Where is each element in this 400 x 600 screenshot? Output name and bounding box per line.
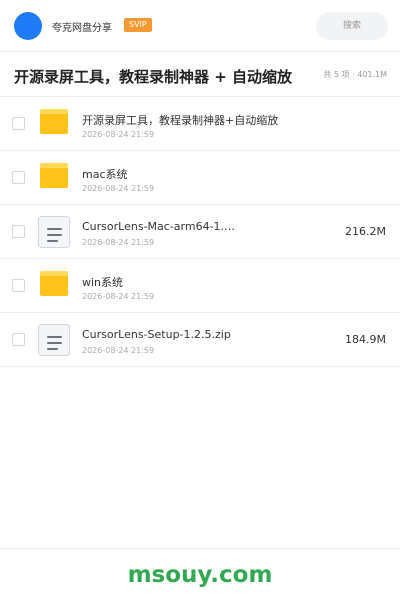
- zip-file-icon: [38, 324, 70, 356]
- file-size: 184.9M: [345, 333, 386, 346]
- folder-icon: [40, 271, 68, 296]
- file-count-summary: 共 5 项 · 401.1M: [323, 70, 387, 79]
- file-name[interactable]: 开源录屏工具，教程录制神器+自动缩放: [82, 112, 278, 128]
- watermark: msouy.com: [127, 562, 273, 588]
- svip-badge: SVIP: [124, 18, 152, 32]
- app-name: 夸克网盘分享: [52, 23, 112, 34]
- select-checkbox[interactable]: [12, 333, 25, 346]
- page-title: 开源录屏工具，教程录制神器 + 自动缩放: [14, 68, 293, 86]
- footer-divider: [0, 548, 400, 549]
- list-item[interactable]: win系统 2026-08-24 21:59: [0, 259, 400, 313]
- select-checkbox[interactable]: [12, 117, 25, 130]
- folder-icon: [40, 163, 68, 188]
- file-date: 2026-08-24 21:59: [82, 346, 155, 355]
- file-date: 2026-08-24 21:59: [82, 238, 155, 247]
- select-checkbox[interactable]: [12, 225, 25, 238]
- folder-title-bar: 开源录屏工具，教程录制神器 + 自动缩放 共 5 项 · 401.1M: [0, 53, 400, 97]
- search-input[interactable]: 搜索: [316, 12, 388, 40]
- folder-icon: [40, 109, 68, 134]
- list-item[interactable]: mac系统 2026-08-24 21:59: [0, 151, 400, 205]
- file-size: 216.2M: [345, 225, 386, 238]
- file-name[interactable]: mac系统: [82, 166, 128, 182]
- file-name[interactable]: win系统: [82, 274, 123, 290]
- file-name[interactable]: CursorLens-Mac-arm64-1.2.…: [82, 220, 242, 233]
- select-checkbox[interactable]: [12, 279, 25, 292]
- file-list: 开源录屏工具，教程录制神器+自动缩放 2026-08-24 21:59 mac系…: [0, 97, 400, 367]
- file-date: 2026-08-24 21:59: [82, 292, 155, 301]
- list-item[interactable]: CursorLens-Setup-1.2.5.zip 2026-08-24 21…: [0, 313, 400, 367]
- share-header: 夸克网盘分享 SVIP 搜索: [0, 0, 400, 52]
- list-item[interactable]: 开源录屏工具，教程录制神器+自动缩放 2026-08-24 21:59: [0, 97, 400, 151]
- file-date: 2026-08-24 21:59: [82, 184, 155, 193]
- list-item[interactable]: CursorLens-Mac-arm64-1.2.… 2026-08-24 21…: [0, 205, 400, 259]
- file-date: 2026-08-24 21:59: [82, 130, 155, 139]
- avatar[interactable]: [14, 12, 42, 40]
- document-icon: [38, 216, 70, 248]
- select-checkbox[interactable]: [12, 171, 25, 184]
- file-name[interactable]: CursorLens-Setup-1.2.5.zip: [82, 328, 231, 341]
